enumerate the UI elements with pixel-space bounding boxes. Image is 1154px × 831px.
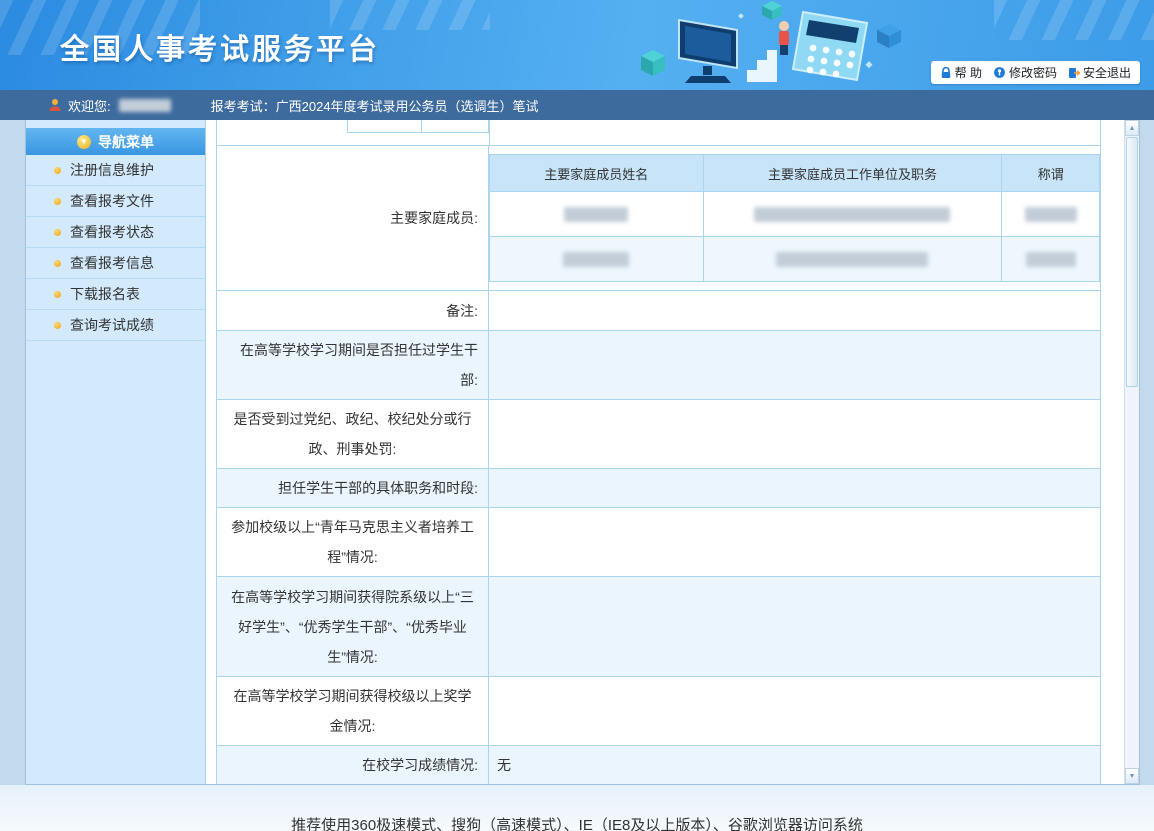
family-members-table: 主要家庭成员姓名 主要家庭成员工作单位及职务 称谓 bbox=[489, 154, 1100, 282]
redacted-name bbox=[563, 252, 629, 267]
sidebar: ▼ 导航菜单 注册信息维护 查看报考文件 查看报考状态 查看报考信息 下载报名表… bbox=[26, 120, 206, 784]
form-row-scholarship: 在高等学校学习期间获得校级以上奖学金情况: bbox=[217, 676, 1100, 745]
exam-label: 报考考试：广西2024年度考试录用公务员（选调生）笔试 bbox=[211, 96, 539, 115]
page-footer: 推荐使用360极速模式、搜狗（高速模式）、IE（IE8及以上版本）、谷歌浏览器访… bbox=[0, 785, 1154, 831]
nav-menu-header[interactable]: ▼ 导航菜单 bbox=[26, 128, 205, 155]
form-row-remarks: 备注: bbox=[217, 290, 1100, 330]
row-label: 参加校级以上“青年马克思主义者培养工程”情况: bbox=[217, 508, 489, 576]
sidebar-item-exam-status[interactable]: 查看报考状态 bbox=[26, 217, 205, 248]
bullet-icon bbox=[54, 291, 61, 298]
lock-icon bbox=[940, 67, 952, 79]
redacted-work-unit bbox=[754, 207, 950, 222]
browser-recommendation: 推荐使用360极速模式、搜狗（高速模式）、IE（IE8及以上版本）、谷歌浏览器访… bbox=[291, 814, 863, 831]
clipped-row bbox=[217, 120, 1100, 145]
row-label: 备注: bbox=[217, 291, 489, 330]
form-row-academic-record: 在校学习成绩情况: 无 bbox=[217, 745, 1100, 784]
column-header: 主要家庭成员姓名 bbox=[490, 155, 704, 192]
sidebar-item-exam-results[interactable]: 查询考试成绩 bbox=[26, 310, 205, 341]
stripe-decoration bbox=[994, 0, 1154, 40]
main-panel: 主要家庭成员: 主要家庭成员姓名 主要家庭成员工作单位及职务 称谓 bbox=[206, 120, 1124, 784]
redacted-relation bbox=[1026, 252, 1076, 267]
scroll-down-icon[interactable]: ▼ bbox=[1125, 768, 1139, 784]
row-value bbox=[489, 508, 1100, 576]
content-area: ▼ 导航菜单 注册信息维护 查看报考文件 查看报考状态 查看报考信息 下载报名表… bbox=[25, 120, 1140, 785]
key-icon bbox=[993, 66, 1006, 79]
header-action-bar: 帮 助 修改密码 安全退出 bbox=[931, 61, 1140, 84]
row-label: 主要家庭成员: bbox=[217, 146, 489, 290]
row-label: 在高等学校学习期间获得校级以上奖学金情况: bbox=[217, 677, 489, 745]
sidebar-item-download-form[interactable]: 下载报名表 bbox=[26, 279, 205, 310]
row-value bbox=[489, 400, 1100, 468]
header-illustration bbox=[619, 0, 919, 90]
redacted-user-name bbox=[119, 99, 171, 112]
redacted-name bbox=[564, 207, 628, 222]
sidebar-item-registration-info[interactable]: 注册信息维护 bbox=[26, 155, 205, 186]
bullet-icon bbox=[54, 322, 61, 329]
row-value bbox=[489, 291, 1100, 330]
sidebar-item-exam-info[interactable]: 查看报考信息 bbox=[26, 248, 205, 279]
bullet-icon bbox=[54, 198, 61, 205]
form-row-student-cadre: 在高等学校学习期间是否担任过学生干部: bbox=[217, 330, 1100, 399]
form-row-cadre-position: 担任学生干部的具体职务和时段: bbox=[217, 468, 1100, 507]
row-label: 在高等学校学习期间是否担任过学生干部: bbox=[217, 331, 489, 399]
row-value bbox=[489, 677, 1100, 745]
row-value bbox=[489, 331, 1100, 399]
help-button[interactable]: 帮 助 bbox=[940, 64, 982, 81]
row-label: 担任学生干部的具体职务和时段: bbox=[217, 469, 489, 507]
row-label: 在校学习成绩情况: bbox=[217, 746, 489, 784]
form-row-punishment: 是否受到过党纪、政纪、校纪处分或行政、刑事处罚: bbox=[217, 399, 1100, 468]
row-value: 主要家庭成员姓名 主要家庭成员工作单位及职务 称谓 bbox=[489, 146, 1100, 290]
form-row-marxism-program: 参加校级以上“青年马克思主义者培养工程”情况: bbox=[217, 507, 1100, 576]
vertical-scrollbar[interactable]: ▲ ▼ bbox=[1124, 120, 1139, 784]
row-value bbox=[489, 577, 1100, 676]
nav-menu-icon: ▼ bbox=[77, 135, 91, 149]
redacted-work-unit bbox=[776, 252, 928, 267]
scrollbar-thumb[interactable] bbox=[1126, 137, 1138, 387]
table-row bbox=[490, 237, 1100, 282]
top-banner: 全国人事考试服务平台 bbox=[0, 0, 1154, 90]
table-row bbox=[490, 192, 1100, 237]
row-label: 是否受到过党纪、政纪、校纪处分或行政、刑事处罚: bbox=[217, 400, 489, 468]
redacted-relation bbox=[1025, 207, 1077, 222]
exit-icon bbox=[1068, 67, 1080, 79]
page-title: 全国人事考试服务平台 bbox=[60, 26, 380, 68]
column-header: 主要家庭成员工作单位及职务 bbox=[703, 155, 1002, 192]
scroll-up-icon[interactable]: ▲ bbox=[1125, 120, 1139, 136]
welcome-bar: 欢迎您: 报考考试：广西2024年度考试录用公务员（选调生）笔试 bbox=[0, 90, 1154, 120]
bullet-icon bbox=[54, 229, 61, 236]
family-members-row: 主要家庭成员: 主要家庭成员姓名 主要家庭成员工作单位及职务 称谓 bbox=[217, 145, 1100, 290]
welcome-label: 欢迎您: bbox=[68, 96, 111, 115]
row-label: 在高等学校学习期间获得院系级以上“三好学生”、“优秀学生干部”、“优秀毕业生”情… bbox=[217, 577, 489, 676]
bullet-icon bbox=[54, 260, 61, 267]
change-password-button[interactable]: 修改密码 bbox=[993, 64, 1057, 81]
user-icon bbox=[48, 98, 62, 112]
row-value bbox=[489, 469, 1100, 507]
bullet-icon bbox=[54, 167, 61, 174]
column-header: 称谓 bbox=[1002, 155, 1100, 192]
family-table-header: 主要家庭成员姓名 主要家庭成员工作单位及职务 称谓 bbox=[490, 155, 1100, 192]
registration-form-table: 主要家庭成员: 主要家庭成员姓名 主要家庭成员工作单位及职务 称谓 bbox=[216, 120, 1101, 784]
logout-button[interactable]: 安全退出 bbox=[1068, 64, 1131, 81]
sidebar-item-exam-documents[interactable]: 查看报考文件 bbox=[26, 186, 205, 217]
form-row-honors: 在高等学校学习期间获得院系级以上“三好学生”、“优秀学生干部”、“优秀毕业生”情… bbox=[217, 576, 1100, 676]
row-value: 无 bbox=[489, 746, 1100, 784]
